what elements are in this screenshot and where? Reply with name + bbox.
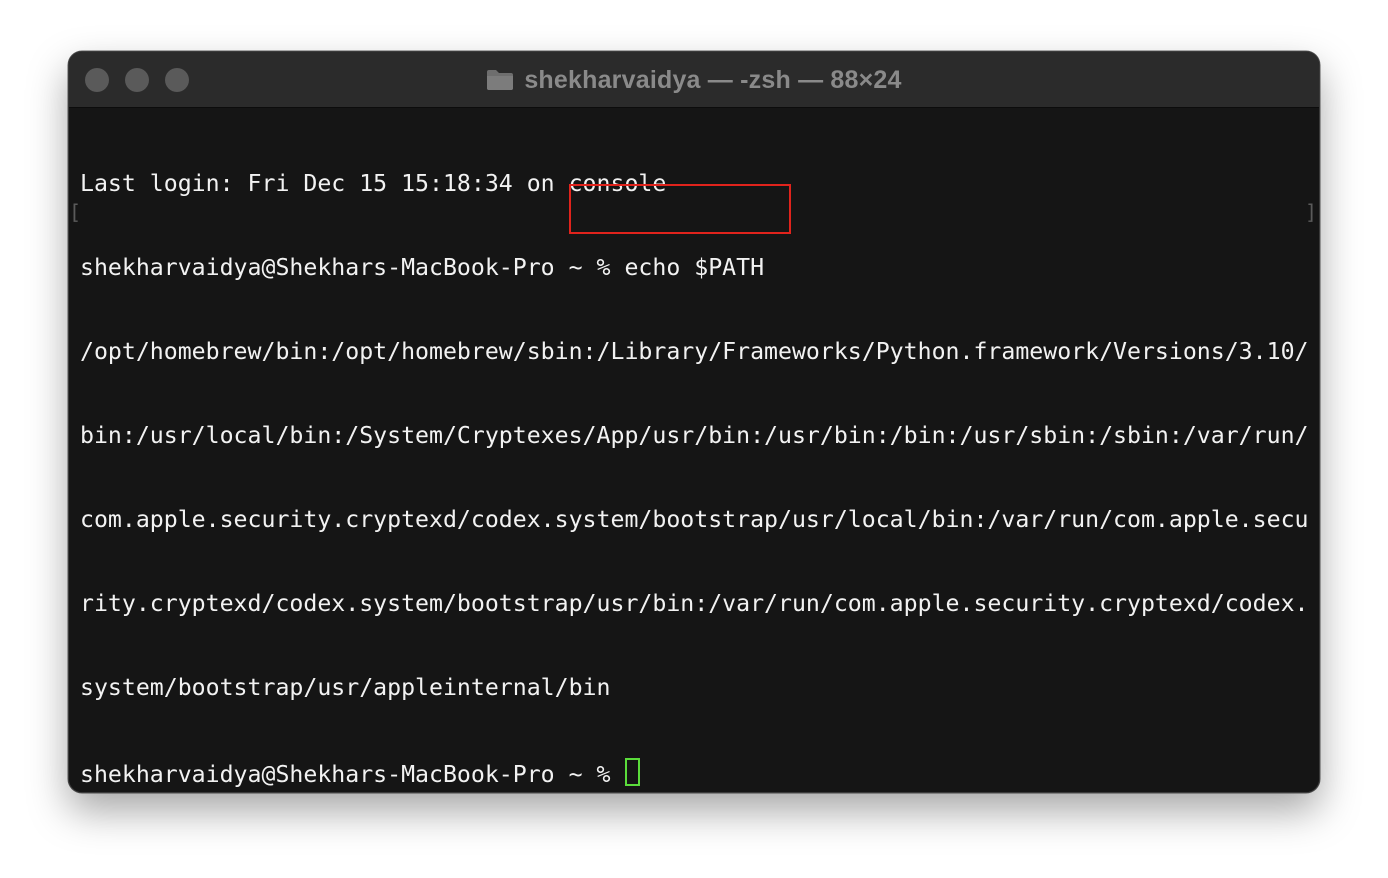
window-title: shekharvaidya — -zsh — 88×24 [524,65,902,94]
terminal-line-output: rity.cryptexd/codex.system/bootstrap/usr… [80,590,1309,617]
terminal-prompt-line[interactable]: shekharvaidya@Shekhars-MacBook-Pro ~ % [80,758,1309,788]
terminal-line-output: /opt/homebrew/bin:/opt/homebrew/sbin:/Li… [80,338,1309,365]
title-bar[interactable]: shekharvaidya — -zsh — 88×24 [69,52,1319,108]
terminal-line-output: bin:/usr/local/bin:/System/Cryptexes/App… [80,422,1309,449]
terminal-output-area[interactable]: [ ] Last login: Fri Dec 15 15:18:34 on c… [69,108,1319,792]
terminal-screen: Last login: Fri Dec 15 15:18:34 on conso… [80,114,1309,792]
terminal-line-login: Last login: Fri Dec 15 15:18:34 on conso… [80,170,667,197]
terminal-line-command: shekharvaidya@Shekhars-MacBook-Pro ~ % e… [80,254,765,281]
window-title-group: shekharvaidya — -zsh — 88×24 [69,52,1319,108]
terminal-prompt: shekharvaidya@Shekhars-MacBook-Pro ~ % [80,761,625,788]
text-cursor [625,758,641,786]
terminal-line-output: system/bootstrap/usr/appleinternal/bin [80,674,611,701]
terminal-window: shekharvaidya — -zsh — 88×24 [ ] Last lo… [68,51,1320,793]
folder-icon [486,69,514,91]
terminal-line-output: com.apple.security.cryptexd/codex.system… [80,506,1309,533]
